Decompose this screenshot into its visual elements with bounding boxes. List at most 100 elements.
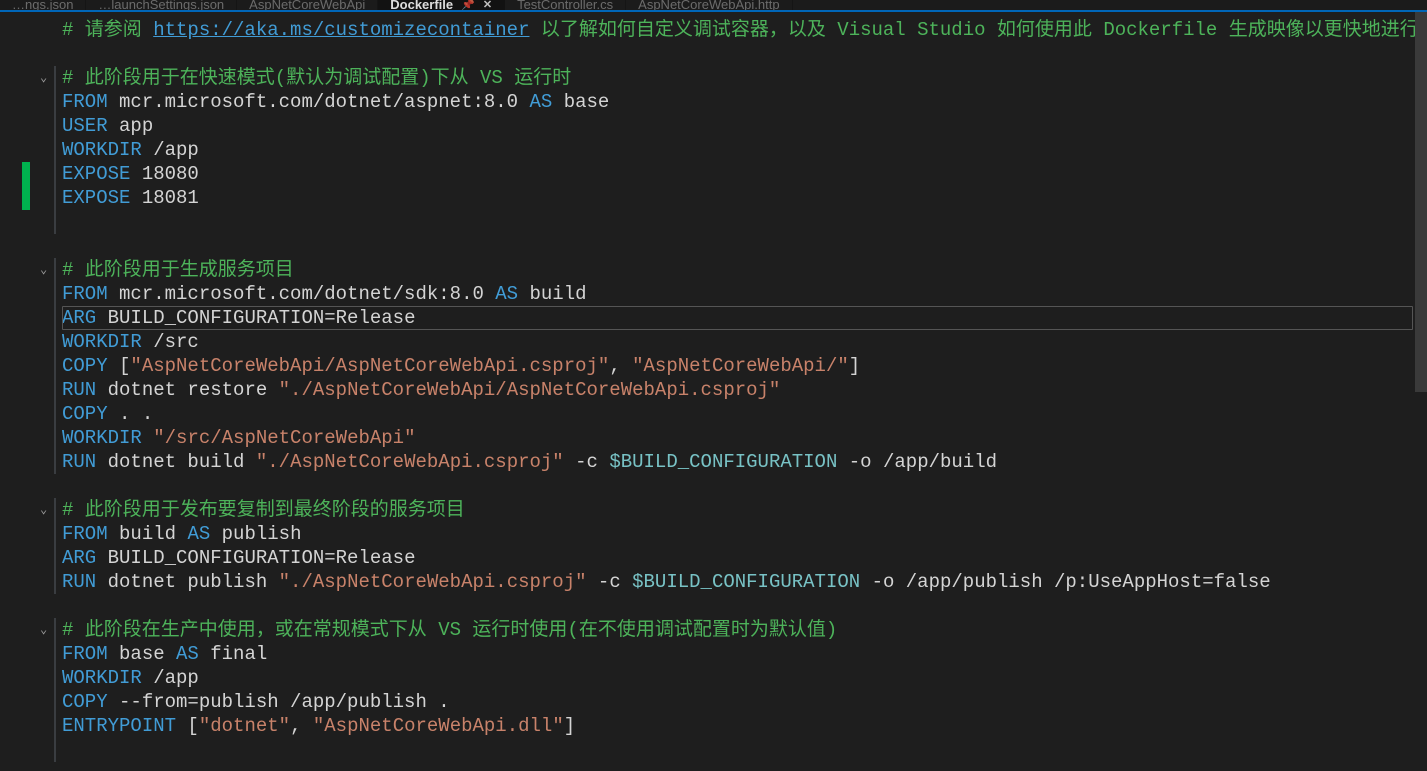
scrollbar-thumb[interactable] — [1415, 12, 1427, 392]
code-line[interactable]: FROM mcr.microsoft.com/dotnet/aspnet:8.0… — [62, 90, 1415, 114]
token-kw: WORKDIR — [62, 427, 142, 449]
token-kw: USER — [62, 115, 108, 137]
code-line[interactable]: # 此阶段用于生成服务项目 — [62, 258, 1415, 282]
token-pl: -c — [564, 451, 610, 473]
tab--ngs-json[interactable]: …ngs.json — [0, 0, 86, 11]
token-pl: publish — [210, 523, 301, 545]
code-line[interactable]: COPY --from=publish /app/publish . — [62, 690, 1415, 714]
code-line[interactable] — [62, 234, 1415, 258]
diff-added-marker — [22, 162, 30, 210]
code-content[interactable]: # 请参阅 https://aka.ms/customizecontainer … — [62, 18, 1415, 738]
tab-label: …ngs.json — [12, 0, 73, 12]
token-kw: WORKDIR — [62, 331, 142, 353]
change-bar — [54, 618, 56, 762]
change-bar — [54, 66, 56, 234]
code-line[interactable]: EXPOSE 18080 — [62, 162, 1415, 186]
code-line[interactable]: USER app — [62, 114, 1415, 138]
token-kw: WORKDIR — [62, 139, 142, 161]
token-pl: build — [518, 283, 586, 305]
token-br: ] — [564, 715, 575, 737]
code-line[interactable]: WORKDIR /src — [62, 330, 1415, 354]
token-kw: FROM — [62, 283, 108, 305]
code-line[interactable]: # 此阶段用于在快速模式(默认为调试配置)下从 VS 运行时 — [62, 66, 1415, 90]
code-line[interactable] — [62, 594, 1415, 618]
code-line[interactable] — [62, 42, 1415, 66]
token-pl: -c — [587, 571, 633, 593]
token-pl: BUILD_CONFIGURATION=Release — [96, 547, 415, 569]
fold-chevron-icon[interactable]: ⌄ — [40, 498, 47, 522]
code-line[interactable]: RUN dotnet publish "./AspNetCoreWebApi.c… — [62, 570, 1415, 594]
token-c: # 此阶段在生产中使用，或在常规模式下从 VS 运行时使用(在不使用调试配置时为… — [62, 619, 837, 641]
pin-icon[interactable]: 📌 — [461, 0, 475, 12]
vertical-scrollbar[interactable] — [1415, 12, 1427, 771]
code-line[interactable]: # 请参阅 https://aka.ms/customizecontainer … — [62, 18, 1415, 42]
code-line[interactable]: WORKDIR /app — [62, 138, 1415, 162]
code-line[interactable]: ARG BUILD_CONFIGURATION=Release — [62, 546, 1415, 570]
token-kw: WORKDIR — [62, 667, 142, 689]
token-s: "./AspNetCoreWebApi/AspNetCoreWebApi.csp… — [279, 379, 781, 401]
code-line[interactable]: RUN dotnet build "./AspNetCoreWebApi.csp… — [62, 450, 1415, 474]
token-s: "dotnet" — [199, 715, 290, 737]
code-line[interactable]: WORKDIR "/src/AspNetCoreWebApi" — [62, 426, 1415, 450]
tab-aspnetcorewebapi-http[interactable]: AspNetCoreWebApi.http — [626, 0, 792, 11]
token-v: $BUILD_CONFIGURATION — [632, 571, 860, 593]
token-c: # 此阶段用于在快速模式(默认为调试配置)下从 VS 运行时 — [62, 67, 571, 89]
token-pl: --from=publish /app/publish . — [108, 691, 450, 713]
fold-chevron-icon[interactable]: ⌄ — [40, 258, 47, 282]
token-pl: base — [552, 91, 609, 113]
token-lk: https://aka.ms/customizecontainer — [153, 19, 529, 41]
token-c: # 请参阅 — [62, 19, 153, 41]
code-line[interactable]: EXPOSE 18081 — [62, 186, 1415, 210]
token-kw: RUN — [62, 451, 96, 473]
token-kw: EXPOSE — [62, 187, 130, 209]
tab-label: Dockerfile — [390, 0, 453, 12]
code-line[interactable]: WORKDIR /app — [62, 666, 1415, 690]
change-bar — [54, 258, 56, 474]
code-line[interactable] — [62, 210, 1415, 234]
token-pl: -o /app/publish /p:UseAppHost=false — [860, 571, 1270, 593]
token-kw: EXPOSE — [62, 163, 130, 185]
code-line[interactable] — [62, 474, 1415, 498]
code-line[interactable]: ENTRYPOINT ["dotnet", "AspNetCoreWebApi.… — [62, 714, 1415, 738]
token-pl: -o /app/build — [837, 451, 997, 473]
code-line[interactable]: FROM mcr.microsoft.com/dotnet/sdk:8.0 AS… — [62, 282, 1415, 306]
fold-chevron-icon[interactable]: ⌄ — [40, 66, 47, 90]
token-pl: BUILD_CONFIGURATION=Release — [96, 307, 415, 329]
code-line[interactable]: COPY ["AspNetCoreWebApi/AspNetCoreWebApi… — [62, 354, 1415, 378]
code-line[interactable]: # 此阶段用于发布要复制到最终阶段的服务项目 — [62, 498, 1415, 522]
token-pl — [142, 427, 153, 449]
tab-label: AspNetCoreWebApi.http — [638, 0, 779, 12]
fold-chevron-icon[interactable]: ⌄ — [40, 618, 47, 642]
tab-dockerfile[interactable]: Dockerfile 📌 ✕ — [378, 0, 505, 11]
token-kw: COPY — [62, 691, 108, 713]
code-line[interactable]: COPY . . — [62, 402, 1415, 426]
token-s: "./AspNetCoreWebApi.csproj" — [279, 571, 587, 593]
token-c: # 此阶段用于发布要复制到最终阶段的服务项目 — [62, 499, 465, 521]
code-line[interactable]: # 此阶段在生产中使用，或在常规模式下从 VS 运行时使用(在不使用调试配置时为… — [62, 618, 1415, 642]
token-kw2: AS — [176, 643, 199, 665]
token-pl: 18080 — [130, 163, 198, 185]
tab-bar: …ngs.json…launchSettings.jsonAspNetCoreW… — [0, 0, 1427, 12]
token-br: [ — [108, 355, 131, 377]
token-kw: ENTRYPOINT — [62, 715, 176, 737]
token-kw: RUN — [62, 379, 96, 401]
token-s: "./AspNetCoreWebApi.csproj" — [256, 451, 564, 473]
token-pl: 18081 — [130, 187, 198, 209]
token-kw: FROM — [62, 643, 108, 665]
tab-aspnetcorewebapi[interactable]: AspNetCoreWebApi — [237, 0, 378, 11]
editor-area[interactable]: ⌄ ⌄ ⌄ ⌄ # 请参阅 https://aka.ms/customizeconta… — [0, 12, 1427, 771]
code-line[interactable]: ARG BUILD_CONFIGURATION=Release — [62, 306, 1415, 330]
tab-testcontroller-cs[interactable]: TestController.cs — [505, 0, 626, 11]
tab-label: TestController.cs — [517, 0, 613, 12]
close-icon[interactable]: ✕ — [483, 0, 492, 12]
tab--launchsettings-json[interactable]: …launchSettings.json — [86, 0, 237, 11]
token-kw: RUN — [62, 571, 96, 593]
token-pl: final — [199, 643, 267, 665]
token-s: "/src/AspNetCoreWebApi" — [153, 427, 415, 449]
code-line[interactable]: FROM base AS final — [62, 642, 1415, 666]
token-kw: FROM — [62, 523, 108, 545]
token-pl: . . — [108, 403, 154, 425]
token-pl: /app — [142, 139, 199, 161]
code-line[interactable]: FROM build AS publish — [62, 522, 1415, 546]
code-line[interactable]: RUN dotnet restore "./AspNetCoreWebApi/A… — [62, 378, 1415, 402]
